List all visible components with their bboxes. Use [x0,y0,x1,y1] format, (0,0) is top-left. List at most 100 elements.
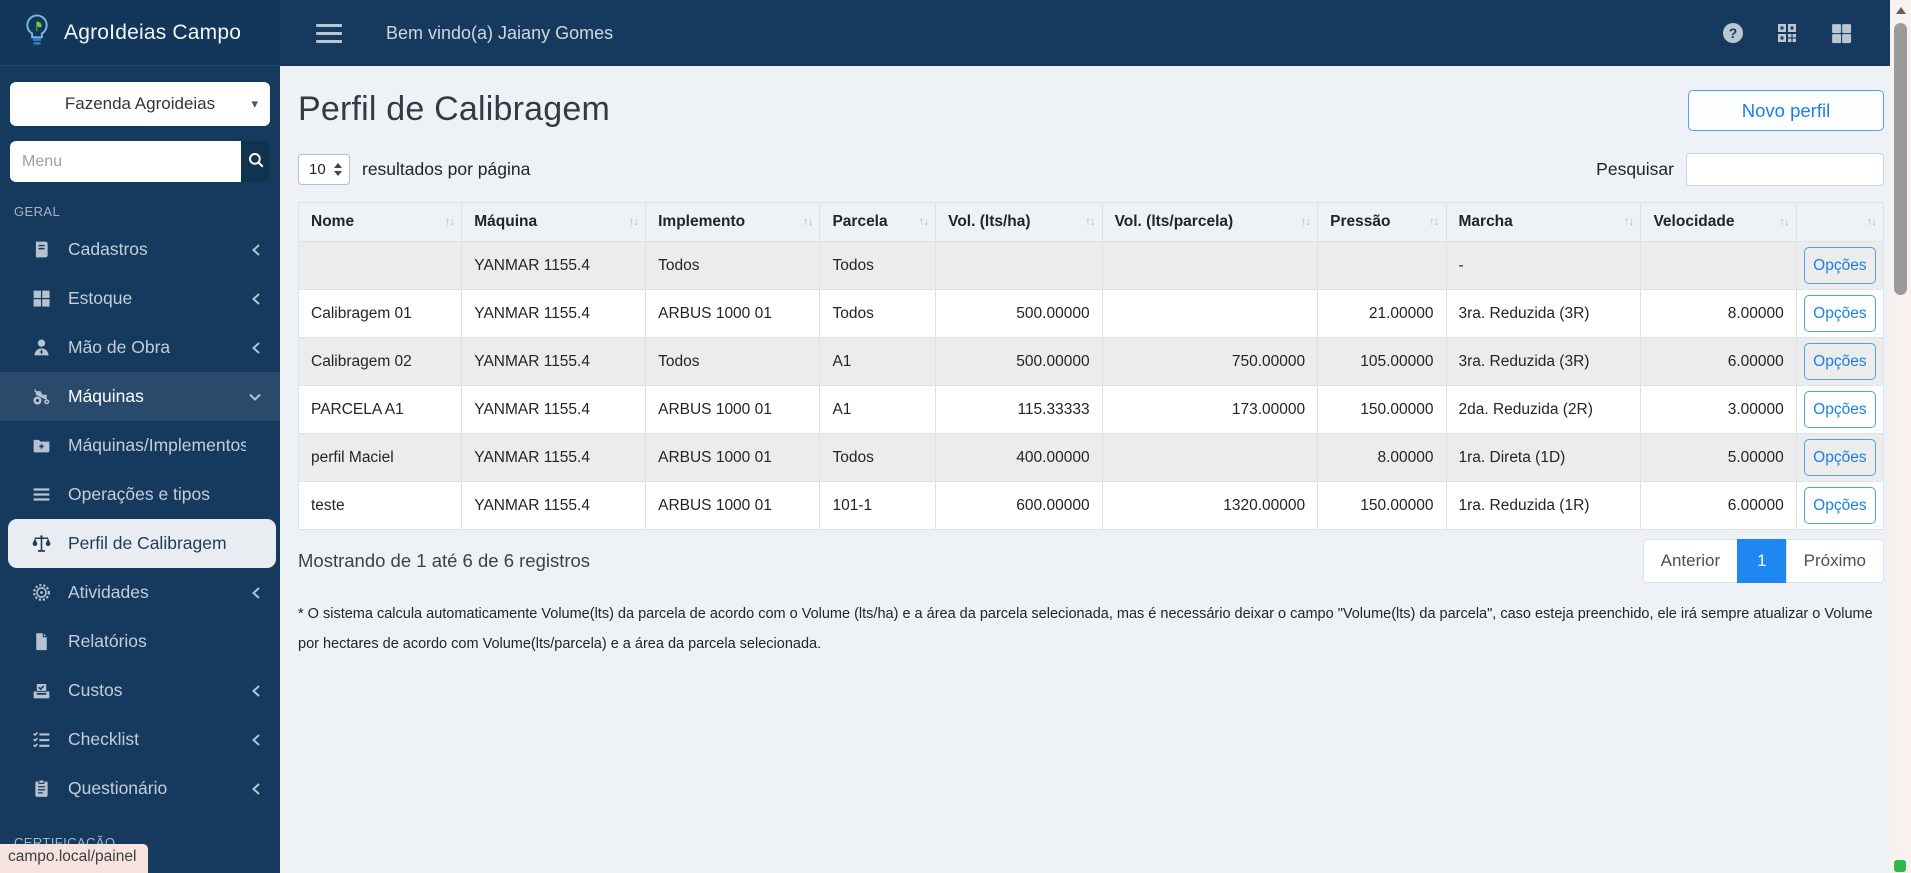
table-cell [1317,241,1447,290]
table-cell-options: Opções [1795,433,1885,482]
pagination-page-1[interactable]: 1 [1737,539,1787,583]
chevron-down-icon [248,391,262,403]
column-header-implemento[interactable]: Implemento ↑↓ [645,202,821,242]
table-cell: Todos [819,289,937,338]
ballot-check-icon [30,680,52,702]
table-cell: YANMAR 1155.4 [461,337,647,386]
sidebar-menu: Cadastros Estoque Mão de Obra Máquinas Máqui… [0,225,280,813]
cog-icon [30,582,52,604]
table-cell [935,241,1103,290]
column-label: Parcela [832,213,888,230]
options-button[interactable]: Opções [1803,295,1876,332]
per-page-select[interactable]: 10 [298,154,350,185]
scale-icon [30,533,52,555]
menu-search-button[interactable] [241,141,270,182]
new-profile-button[interactable]: Novo perfil [1688,90,1884,131]
per-page-value: 10 [309,161,326,178]
page-title: Perfil de Calibragem [298,90,611,128]
table-cell: ARBUS 1000 01 [645,385,821,434]
table-cell: ARBUS 1000 01 [645,481,821,530]
table-cell: A1 [819,385,937,434]
grid-apps-icon[interactable] [1829,21,1854,46]
column-header-marcha[interactable]: Marcha ↑↓ [1445,202,1642,242]
file-icon [30,631,52,653]
farm-select[interactable]: Fazenda Agroideias ▾ [10,82,270,126]
sidebar-item-checklist[interactable]: Checklist [0,715,280,764]
sort-icon: ↑↓ [444,215,455,228]
sidebar: AgroIdeias Campo Fazenda Agroideias ▾ GE… [0,0,280,873]
options-button[interactable]: Opções [1803,439,1876,476]
table-cell: 8.00000 [1317,433,1447,482]
chevron-left-icon [250,586,262,600]
column-header-parcela[interactable]: Parcela ↑↓ [819,202,937,242]
table-cell-options: Opções [1795,481,1885,530]
scrollbar-thumb[interactable] [1894,23,1907,295]
column-header-options[interactable]: ↑↓ [1795,202,1885,242]
sidebar-item-label: Máquinas [68,386,144,406]
book-icon [30,239,52,261]
help-icon[interactable]: ? [1721,21,1745,45]
options-button[interactable]: Opções [1803,247,1876,284]
pagination-next[interactable]: Próximo [1785,539,1884,583]
chevron-down-icon: ▾ [251,96,258,111]
sidebar-item-operacoes-e-tipos[interactable]: Operações e tipos [0,470,280,519]
topbar: Bem vindo(a) Jaiany Gomes ? [280,0,1890,66]
table-cell: A1 [819,337,937,386]
sidebar-item-label: Custos [68,680,123,700]
column-label: Pressão [1330,213,1391,230]
pagination-prev[interactable]: Anterior [1642,539,1739,583]
scroll-up-arrow-icon[interactable] [1895,7,1906,14]
table-cell: 6.00000 [1640,481,1797,530]
clipboard-icon [30,778,52,800]
vertical-scrollbar[interactable] [1890,0,1911,873]
sidebar-item-cadastros[interactable]: Cadastros [0,225,280,274]
column-header-maquina[interactable]: Máquina ↑↓ [461,202,647,242]
options-button[interactable]: Opções [1803,487,1876,524]
sidebar-item-questionario[interactable]: Questionário [0,764,280,813]
column-label: Velocidade [1653,213,1735,230]
table-cell [1101,433,1319,482]
sidebar-item-label: Checklist [68,729,139,749]
column-header-pressao[interactable]: Pressão ↑↓ [1317,202,1447,242]
table-search-input[interactable] [1686,153,1884,186]
table-row: YANMAR 1155.4 Todos Todos - Opções [297,241,1885,290]
menu-search-input[interactable] [10,141,241,182]
table-cell: 105.00000 [1317,337,1447,386]
lightbulb-leaf-icon [22,13,52,52]
search-icon [247,151,265,172]
column-header-vol-lts-ha[interactable]: Vol. (lts/ha) ↑↓ [935,202,1103,242]
sidebar-item-relatorios[interactable]: Relatórios [0,617,280,666]
browser-status-tooltip: campo.local/painel [0,844,149,873]
sidebar-item-maquinas[interactable]: Máquinas [0,372,280,421]
welcome-text: Bem vindo(a) Jaiany Gomes [386,22,614,43]
hamburger-icon[interactable] [316,23,342,43]
column-label: Máquina [474,213,538,230]
sidebar-item-label: Estoque [68,288,133,308]
options-button[interactable]: Opções [1803,343,1876,380]
column-header-vol-lts-parcela[interactable]: Vol. (lts/parcela) ↑↓ [1101,202,1319,242]
column-header-nome[interactable]: Nome ↑↓ [297,202,463,242]
table-cell: 150.00000 [1317,481,1447,530]
sidebar-item-label: Operações e tipos [68,484,211,504]
sidebar-item-mao-de-obra[interactable]: Mão de Obra [0,323,280,372]
sidebar-item-maquinas-implementos[interactable]: Máquinas/Implementos [0,421,280,470]
chevron-left-icon [250,782,262,796]
table-cell-options: Opções [1795,337,1885,386]
sidebar-item-atividades[interactable]: Atividades [0,568,280,617]
qr-code-icon[interactable] [1775,21,1799,45]
table-cell: PARCELA A1 [297,385,463,434]
chevron-left-icon [250,341,262,355]
tractor-icon [30,386,52,408]
chevron-left-icon [250,292,262,306]
table-cell: Calibragem 01 [297,289,463,338]
sidebar-item-estoque[interactable]: Estoque [0,274,280,323]
sort-icon: ↑↓ [802,215,813,228]
main-content: Perfil de Calibragem Novo perfil 10 resu… [280,66,1890,873]
column-header-velocidade[interactable]: Velocidade ↑↓ [1640,202,1797,242]
table-row: teste YANMAR 1155.4 ARBUS 1000 01 101-1 600.… [297,481,1885,530]
sidebar-item-custos[interactable]: Custos [0,666,280,715]
options-button[interactable]: Opções [1803,391,1876,428]
sidebar-item-perfil-de-calibragem[interactable]: Perfil de Calibragem [8,519,276,568]
sidebar-item-label: Relatórios [68,631,147,651]
sidebar-item-label: Máquinas/Implementos [68,435,246,455]
